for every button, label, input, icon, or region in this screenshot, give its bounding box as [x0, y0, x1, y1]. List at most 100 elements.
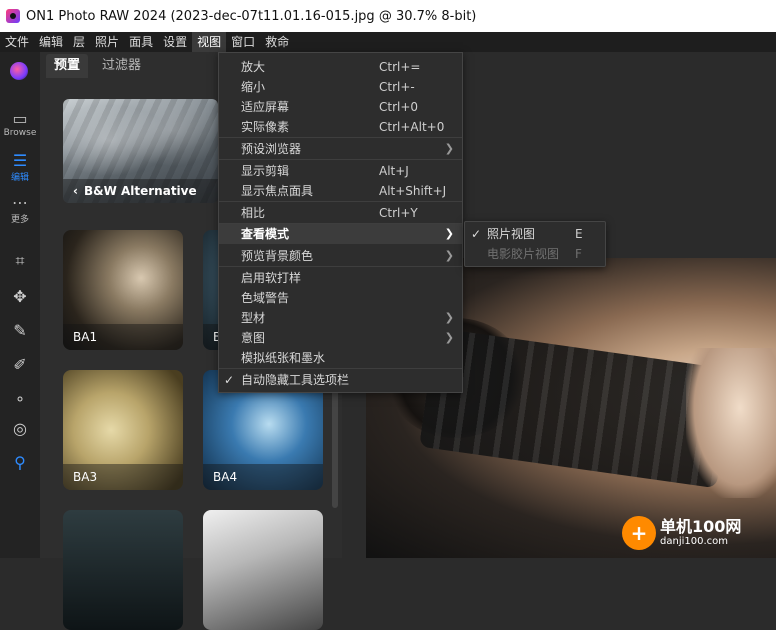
- menu-item-label: 放大: [241, 60, 266, 74]
- browse-icon: ▭: [12, 109, 28, 128]
- watermark-big: 单机100网: [660, 517, 742, 536]
- preset-thumb-ba6[interactable]: [203, 510, 323, 630]
- menu-item-shortcut: Ctrl+=: [379, 60, 421, 74]
- menu-file[interactable]: 文件: [0, 32, 34, 52]
- menu-item-zoom-out[interactable]: 缩小 Ctrl+-: [219, 77, 462, 97]
- menu-item-shortcut: Alt+J: [379, 164, 409, 178]
- menu-item-soft-proofing[interactable]: 启用软打样: [219, 268, 462, 288]
- edit-module-button[interactable]: ☰ 编辑: [0, 151, 40, 184]
- menu-item-label: 查看模式: [241, 227, 290, 241]
- preset-label: BA4: [203, 464, 323, 490]
- view-mode-submenu: ✓ 照片视图 E 电影胶片视图 F: [464, 221, 606, 267]
- window-title: ON1 Photo RAW 2024 (2023-dec-07t11.01.16…: [26, 8, 477, 24]
- browse-label: Browse: [3, 128, 37, 138]
- clone-icon[interactable]: ∘: [8, 388, 32, 410]
- check-icon: ✓: [224, 373, 235, 387]
- menu-item-shortcut: Ctrl+0: [379, 100, 419, 114]
- menu-bar: 文件 编辑 层 照片 面具 设置 视图 窗口 救命: [0, 32, 776, 52]
- more-module-button[interactable]: ⋯ 更多: [0, 193, 40, 226]
- submenu-item-label: 照片视图: [487, 227, 536, 241]
- category-caption: ‹ B&W Alternative: [63, 179, 218, 203]
- tab-presets[interactable]: 预置: [46, 54, 89, 78]
- menu-item-actual-pixels[interactable]: 实际像素 Ctrl+Alt+0: [219, 117, 462, 137]
- submenu-item-label: 电影胶片视图: [487, 247, 560, 261]
- menu-item-preview-bg-color[interactable]: 预览背景颜色 ❯: [219, 246, 462, 266]
- menu-item-label: 显示焦点面具: [241, 184, 314, 198]
- menu-edit[interactable]: 编辑: [34, 32, 68, 52]
- menu-item-shortcut: Ctrl+-: [379, 80, 415, 94]
- menu-item-label: 缩小: [241, 80, 266, 94]
- menu-item-label: 实际像素: [241, 120, 290, 134]
- menu-item-compare[interactable]: 相比 Ctrl+Y: [219, 203, 462, 223]
- submenu-item-filmstrip-view[interactable]: 电影胶片视图 F: [465, 244, 605, 264]
- menu-item-show-clipping[interactable]: 显示剪辑 Alt+J: [219, 161, 462, 181]
- browse-module-button[interactable]: ▭ Browse: [0, 109, 40, 139]
- preset-thumb-ba5[interactable]: [63, 510, 183, 630]
- edit-label: 编辑: [10, 173, 29, 183]
- tab-filters[interactable]: 过滤器: [94, 54, 149, 78]
- menu-item-gamut-warning[interactable]: 色域警告: [219, 288, 462, 308]
- menu-layer[interactable]: 层: [68, 32, 90, 52]
- menu-item-view-mode[interactable]: 查看模式 ❯: [219, 224, 462, 244]
- preset-thumb-ba1[interactable]: BA1: [63, 230, 183, 350]
- menu-separator: [219, 201, 462, 202]
- chevron-right-icon: ❯: [444, 142, 454, 155]
- magic-wand-icon[interactable]: ✎: [8, 320, 32, 342]
- menu-item-label: 色域警告: [241, 291, 290, 305]
- menu-item-auto-hide-toolbar[interactable]: ✓ 自动隐藏工具选项栏: [219, 370, 462, 390]
- menu-item-shortcut: Alt+Shift+J: [379, 184, 447, 198]
- fingerprint-icon[interactable]: ◎: [8, 418, 32, 440]
- menu-window[interactable]: 窗口: [226, 32, 260, 52]
- subject-face: [686, 348, 776, 498]
- menu-item-preset-browser[interactable]: 预设浏览器 ❯: [219, 139, 462, 159]
- menu-item-label: 启用软打样: [241, 271, 302, 285]
- submenu-item-shortcut: F: [575, 247, 582, 261]
- title-bar: ON1 Photo RAW 2024 (2023-dec-07t11.01.16…: [0, 0, 776, 32]
- on1-logo-icon[interactable]: [10, 62, 28, 80]
- crop-icon[interactable]: ⌗: [8, 250, 32, 272]
- menu-item-show-focus-mask[interactable]: 显示焦点面具 Alt+Shift+J: [219, 181, 462, 201]
- menu-item-label: 相比: [241, 206, 266, 220]
- menu-settings[interactable]: 设置: [158, 32, 192, 52]
- menu-item-label: 预设浏览器: [241, 142, 302, 156]
- menu-item-profile[interactable]: 型材 ❯: [219, 308, 462, 328]
- menu-view[interactable]: 视图: [192, 32, 227, 52]
- menu-separator: [219, 368, 462, 369]
- more-label: 更多: [10, 215, 29, 225]
- menu-photo[interactable]: 照片: [90, 32, 124, 52]
- watermark: 单机100网 danji100.com: [622, 516, 741, 550]
- more-icon: ⋯: [12, 193, 28, 212]
- preset-label: BA3: [63, 464, 183, 490]
- menu-mask[interactable]: 面具: [124, 32, 158, 52]
- menu-item-fit-screen[interactable]: 适应屏幕 Ctrl+0: [219, 97, 462, 117]
- preset-thumb-ba3[interactable]: BA3: [63, 370, 183, 490]
- menu-item-label: 模拟纸张和墨水: [241, 351, 326, 365]
- menu-help[interactable]: 救命: [260, 32, 294, 52]
- watermark-text: 单机100网 danji100.com: [660, 518, 741, 548]
- menu-item-label: 预览背景颜色: [241, 249, 314, 263]
- menu-item-zoom-in[interactable]: 放大 Ctrl+=: [219, 57, 462, 77]
- menu-item-shortcut: Ctrl+Alt+0: [379, 120, 445, 134]
- chevron-right-icon: ❯: [444, 311, 454, 324]
- brush-icon[interactable]: ✐: [8, 354, 32, 376]
- sliders-icon: ☰: [12, 151, 28, 170]
- watermark-logo-icon: [622, 516, 656, 550]
- chevron-left-icon[interactable]: ‹: [73, 184, 78, 198]
- preset-category-header[interactable]: ‹ B&W Alternative: [63, 99, 218, 203]
- move-icon[interactable]: ✥: [8, 286, 32, 308]
- menu-item-shortcut: Ctrl+Y: [379, 206, 418, 220]
- menu-separator: [219, 137, 462, 138]
- category-title: B&W Alternative: [83, 184, 197, 198]
- menu-separator: [219, 266, 462, 267]
- menu-item-simulate-paper-ink[interactable]: 模拟纸张和墨水: [219, 348, 462, 368]
- menu-item-intent[interactable]: 意图 ❯: [219, 328, 462, 348]
- zoom-icon[interactable]: ⚲: [8, 452, 32, 474]
- check-icon: ✓: [471, 227, 482, 241]
- preset-label: BA1: [63, 324, 183, 350]
- menu-item-label: 意图: [241, 331, 266, 345]
- left-toolbar: ▭ Browse ☰ 编辑 ⋯ 更多 ⌗ ✥ ✎ ✐ ∘ ◎ ⚲: [0, 52, 40, 558]
- submenu-item-photo-view[interactable]: ✓ 照片视图 E: [465, 224, 605, 244]
- view-menu-dropdown: 放大 Ctrl+= 缩小 Ctrl+- 适应屏幕 Ctrl+0 实际像素 Ctr…: [218, 52, 463, 393]
- menu-separator: [219, 159, 462, 160]
- menu-item-label: 自动隐藏工具选项栏: [241, 373, 350, 387]
